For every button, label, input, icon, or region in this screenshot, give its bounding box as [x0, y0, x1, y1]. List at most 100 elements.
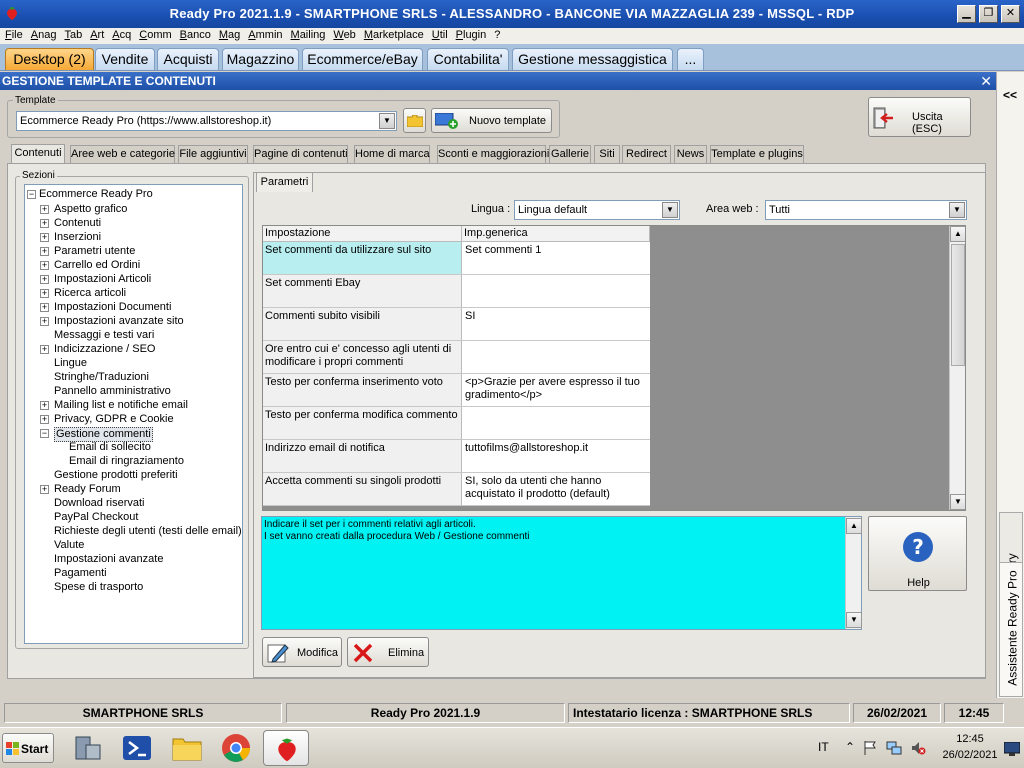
tree-item[interactable]: Email di sollecito	[69, 441, 151, 454]
content-tab-7[interactable]: Siti	[594, 145, 620, 163]
help-button[interactable]: ? Help	[868, 516, 967, 591]
tree-item[interactable]: Download riservati	[54, 497, 144, 510]
content-tab-10[interactable]: Template e plugins	[710, 145, 804, 163]
tree-item[interactable]: Valute	[54, 539, 84, 552]
grid-row-setting[interactable]: Testo per conferma inserimento voto	[263, 374, 462, 407]
section-close-icon[interactable]: ✕	[980, 72, 992, 90]
modify-button[interactable]: Modifica	[262, 637, 342, 667]
top-tab-0[interactable]: Desktop (2)	[5, 48, 94, 70]
menu-item-acq[interactable]: Acq	[108, 28, 135, 42]
collapse-side-button[interactable]: <<	[1003, 88, 1017, 102]
top-tab-3[interactable]: Magazzino	[222, 48, 299, 70]
tree-collapse-icon[interactable]: −	[40, 429, 49, 438]
template-select[interactable]: Ecommerce Ready Pro (https://www.allstor…	[16, 111, 397, 131]
content-tab-2[interactable]: File aggiuntivi	[178, 145, 248, 163]
grid-row-setting[interactable]: Ore entro cui e' concesso agli utenti di…	[263, 341, 462, 374]
menu-item-[interactable]: ?	[490, 28, 504, 42]
top-tab-5[interactable]: Contabilita'	[427, 48, 509, 70]
web-area-select[interactable]: Tutti ▼	[765, 200, 967, 220]
scroll-down-icon[interactable]: ▼	[950, 494, 965, 510]
network-icon[interactable]	[886, 740, 902, 756]
tree-item[interactable]: PayPal Checkout	[54, 511, 138, 524]
menu-item-tab[interactable]: Tab	[60, 28, 86, 42]
tree-item[interactable]: Impostazioni Articoli	[54, 273, 151, 286]
menu-item-mailing[interactable]: Mailing	[287, 28, 330, 42]
tree-item[interactable]: Contenuti	[54, 217, 101, 230]
flag-icon[interactable]	[862, 740, 878, 756]
grid-row-setting[interactable]: Indirizzo email di notifica	[263, 440, 462, 473]
top-tab-2[interactable]: Acquisti	[157, 48, 219, 70]
params-tab[interactable]: Parametri	[256, 172, 313, 192]
description-scrollbar[interactable]: ▲ ▼	[845, 517, 862, 629]
server-manager-icon[interactable]	[70, 731, 104, 765]
tree-expand-icon[interactable]: +	[40, 219, 49, 228]
tree-expand-icon[interactable]: +	[40, 401, 49, 410]
delete-button[interactable]: Elimina	[347, 637, 429, 667]
menu-item-mag[interactable]: Mag	[215, 28, 244, 42]
tree-item[interactable]: Gestione prodotti preferiti	[54, 469, 178, 482]
tree-item[interactable]: Lingue	[54, 357, 87, 370]
tree-collapse-icon[interactable]: −	[27, 190, 36, 199]
restore-button[interactable]: ❐	[979, 5, 998, 23]
tree-item[interactable]: Spese di trasporto	[54, 581, 143, 594]
display-icon[interactable]	[1004, 742, 1020, 756]
content-tab-1[interactable]: Aree web e categorie	[70, 145, 175, 163]
ready-pro-taskbar-button[interactable]	[263, 730, 309, 766]
tree-item[interactable]: Aspetto grafico	[54, 203, 127, 216]
tree-expand-icon[interactable]: +	[40, 289, 49, 298]
tree-expand-icon[interactable]: +	[40, 275, 49, 284]
tree-expand-icon[interactable]: +	[40, 345, 49, 354]
grid-row-value[interactable]: <p>Grazie per avere espresso il tuo grad…	[462, 374, 650, 407]
grid-row-setting[interactable]: Set commenti Ebay	[263, 275, 462, 308]
tree-expand-icon[interactable]: +	[40, 261, 49, 270]
tree-item[interactable]: Privacy, GDPR e Cookie	[54, 413, 174, 426]
grid-row-setting[interactable]: Accetta commenti su singoli prodotti	[263, 473, 462, 506]
scroll-thumb[interactable]	[951, 244, 965, 366]
content-tab-4[interactable]: Home di marca	[354, 145, 430, 163]
grid-row-value[interactable]: Set commenti 1	[462, 242, 650, 275]
grid-row-value[interactable]	[462, 275, 650, 308]
menu-item-plugin[interactable]: Plugin	[452, 28, 491, 42]
grid-row-value[interactable]	[462, 341, 650, 374]
tree-item[interactable]: Indicizzazione / SEO	[54, 343, 156, 356]
chrome-icon[interactable]	[219, 731, 253, 765]
tree-item[interactable]: Messaggi e testi vari	[54, 329, 154, 342]
tree-item[interactable]: Email di ringraziamento	[69, 455, 184, 468]
exit-button[interactable]: Uscita (ESC)	[868, 97, 971, 137]
volume-muted-icon[interactable]	[910, 740, 926, 756]
menu-item-banco[interactable]: Banco	[176, 28, 215, 42]
column-header-setting[interactable]: Impostazione	[263, 226, 462, 242]
content-tab-9[interactable]: News	[674, 145, 707, 163]
grid-row-setting[interactable]: Commenti subito visibili	[263, 308, 462, 341]
language-select[interactable]: Lingua default ▼	[514, 200, 680, 220]
grid-row-setting[interactable]: Set commenti da utilizzare sul sito	[263, 242, 462, 275]
tree-item[interactable]: Impostazioni avanzate	[54, 553, 163, 566]
scroll-down-icon[interactable]: ▼	[846, 612, 862, 628]
tree-item[interactable]: Impostazioni Documenti	[54, 301, 171, 314]
top-tab-7[interactable]: ...	[677, 48, 704, 70]
chevron-down-icon[interactable]: ▼	[662, 202, 678, 218]
start-button[interactable]: Start	[2, 733, 54, 763]
top-tab-1[interactable]: Vendite	[95, 48, 155, 70]
clock-time[interactable]: 12:45	[940, 733, 1000, 745]
top-tab-4[interactable]: Ecommerce/eBay	[302, 48, 423, 70]
tree-item[interactable]: Pannello amministrativo	[54, 385, 171, 398]
sections-tree[interactable]: − Ecommerce Ready Pro + Aspetto grafico + Con…	[24, 184, 243, 644]
tree-item[interactable]: Pagamenti	[54, 567, 107, 580]
open-folder-button[interactable]	[403, 108, 426, 133]
tree-item[interactable]: Parametri utente	[54, 245, 135, 258]
grid-scrollbar[interactable]: ▲ ▼	[949, 226, 965, 510]
input-language[interactable]: IT	[818, 740, 829, 754]
tree-item[interactable]: Gestione commenti	[54, 427, 153, 442]
tree-item[interactable]: Ricerca articoli	[54, 287, 126, 300]
tree-item[interactable]: Ready Forum	[54, 483, 121, 496]
tree-item[interactable]: Stringhe/Traduzioni	[54, 371, 149, 384]
menu-item-web[interactable]: Web	[329, 28, 359, 42]
assistant-tab[interactable]: Assistente Ready Pro	[999, 562, 1023, 697]
scroll-up-icon[interactable]: ▲	[950, 226, 965, 242]
content-tab-5[interactable]: Sconti e maggiorazioni	[437, 145, 549, 163]
menu-item-util[interactable]: Util	[428, 28, 452, 42]
top-tab-6[interactable]: Gestione messaggistica	[512, 48, 673, 70]
menu-item-file[interactable]: File	[0, 28, 27, 42]
menu-item-comm[interactable]: Comm	[135, 28, 175, 42]
